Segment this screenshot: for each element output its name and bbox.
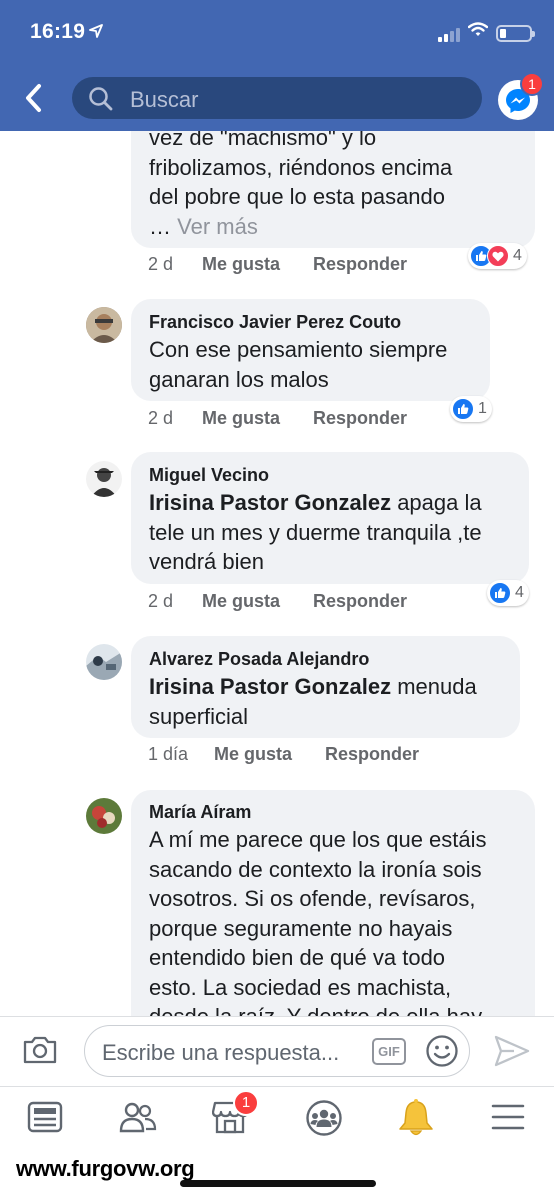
mention-link[interactable]: Irisina Pastor Gonzalez [149, 490, 391, 515]
like-link[interactable]: Me gusta [202, 591, 280, 612]
home-indicator[interactable] [180, 1180, 376, 1187]
mention-link[interactable]: Irisina Pastor Gonzalez [149, 674, 391, 699]
comment-author[interactable]: Francisco Javier Perez Couto [149, 312, 401, 333]
groups-icon[interactable] [305, 1099, 343, 1142]
reaction-count: 4 [513, 247, 522, 264]
avatar[interactable] [86, 461, 122, 497]
search-placeholder: Buscar [130, 87, 199, 112]
avatar[interactable] [86, 307, 122, 343]
search-icon [89, 87, 113, 111]
back-arrow-icon [26, 84, 41, 112]
comment-time: 2 d [148, 408, 174, 428]
comment-text: Con ese pensamiento siempre ganaran los … [149, 337, 448, 392]
avatar[interactable] [86, 798, 122, 834]
like-reaction-icon [489, 582, 511, 604]
reaction-count: 4 [515, 584, 524, 601]
comment-text: Irisina Pastor Gonzalez menuda superfici… [149, 674, 477, 729]
reply-link[interactable]: Responder [325, 744, 419, 765]
wifi-icon [467, 22, 489, 42]
back-button[interactable] [18, 80, 52, 116]
reply-link[interactable]: Responder [313, 254, 407, 275]
comment-author[interactable]: Alvarez Posada Alejandro [149, 649, 369, 670]
watermark: www.furgovw.org [16, 1156, 195, 1181]
marketplace-badge: 1 [233, 1090, 259, 1116]
comment-author[interactable]: María Aíram [149, 802, 251, 823]
comment-bubble[interactable]: Miguel Vecino Irisina Pastor Gonzalez ap… [131, 452, 529, 584]
sticker-icon[interactable] [425, 1034, 459, 1073]
camera-icon[interactable] [22, 1035, 58, 1070]
reactions-summary[interactable]: 4 [487, 580, 529, 606]
status-icons [438, 22, 535, 42]
comment-time: 2 d [148, 254, 174, 274]
comment-author[interactable]: Miguel Vecino [149, 465, 269, 486]
send-icon[interactable] [494, 1035, 530, 1072]
status-time: 16:19 [30, 20, 104, 44]
comment-text: vez de "machismo" y lo fribolizamos, rié… [149, 125, 453, 239]
news-feed-icon[interactable] [27, 1099, 63, 1140]
top-bar: 16:19 Buscar 1 [0, 0, 554, 131]
reply-bar: Escribe una respuesta... GIF [0, 1016, 554, 1086]
battery-icon [496, 25, 535, 42]
like-link[interactable]: Me gusta [202, 408, 280, 429]
messenger-badge: 1 [520, 72, 544, 96]
comment-text: Irisina Pastor Gonzalez apaga la tele un… [149, 490, 482, 574]
gif-button[interactable]: GIF [372, 1038, 406, 1065]
like-link[interactable]: Me gusta [214, 744, 292, 765]
comment-time: 2 d [148, 591, 174, 611]
reactions-summary[interactable]: 4 [468, 243, 527, 269]
avatar[interactable] [86, 644, 122, 680]
reply-input[interactable]: Escribe una respuesta... GIF [84, 1025, 470, 1077]
comment-bubble[interactable]: Alvarez Posada Alejandro Irisina Pastor … [131, 636, 520, 738]
love-reaction-icon [487, 245, 509, 267]
like-link[interactable]: Me gusta [202, 254, 280, 275]
comment-text: A mí me parece que los que estáis sacand… [149, 827, 487, 1029]
messenger-button[interactable]: 1 [498, 72, 544, 120]
location-arrow-icon [89, 20, 104, 44]
reply-placeholder: Escribe una respuesta... [102, 1040, 340, 1065]
comment-bubble[interactable]: Francisco Javier Perez Couto Con ese pen… [131, 299, 490, 401]
reactions-summary[interactable]: 1 [450, 396, 492, 422]
like-reaction-icon [452, 398, 474, 420]
reaction-count: 1 [478, 400, 487, 417]
signal-icon [438, 28, 460, 42]
reply-link[interactable]: Responder [313, 591, 407, 612]
see-more-link[interactable]: Ver más [177, 214, 258, 239]
friends-icon[interactable] [118, 1099, 158, 1140]
reply-link[interactable]: Responder [313, 408, 407, 429]
search-input[interactable]: Buscar [72, 77, 482, 119]
menu-icon[interactable] [490, 1099, 526, 1140]
notifications-icon[interactable] [398, 1099, 434, 1142]
comment-time: 1 día [148, 744, 189, 764]
